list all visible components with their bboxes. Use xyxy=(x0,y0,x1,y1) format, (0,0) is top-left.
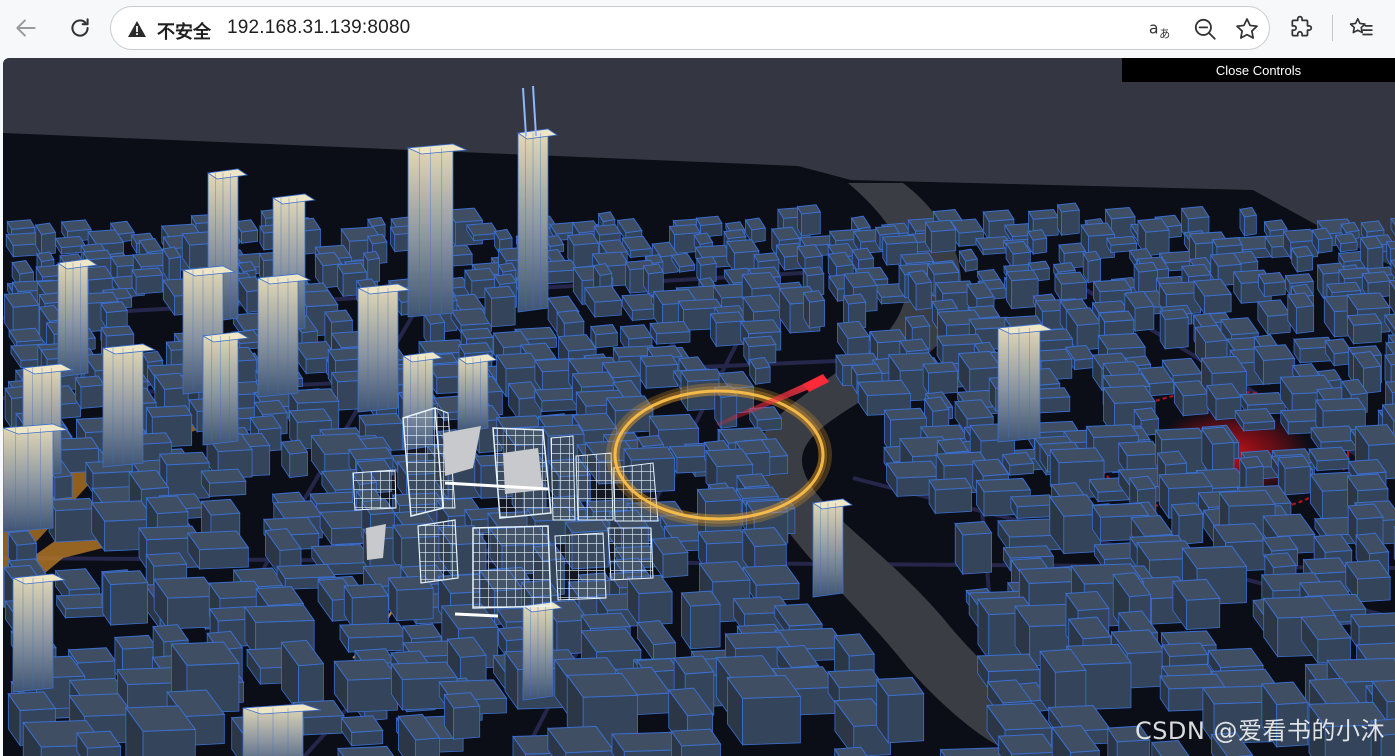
svg-text:a: a xyxy=(1149,19,1159,38)
close-controls-button[interactable]: Close Controls xyxy=(1122,58,1395,82)
extensions-icon xyxy=(1291,15,1313,37)
browser-toolbar: 不安全 192.168.31.139:8080 aあ xyxy=(0,0,1395,58)
favorite-button[interactable] xyxy=(1233,15,1261,43)
reload-button[interactable] xyxy=(62,10,98,46)
zoom-out-icon xyxy=(1194,18,1216,40)
watermark-text: CSDN @爱看书的小沐 xyxy=(1134,717,1385,745)
city-3d-scene[interactable] xyxy=(3,58,1395,756)
favorites-list-icon xyxy=(1349,17,1373,36)
toolbar-divider xyxy=(1332,15,1333,41)
favorites-button[interactable] xyxy=(1345,12,1377,44)
reload-icon xyxy=(71,18,89,37)
svg-text:あ: あ xyxy=(1159,27,1170,40)
warning-triangle-icon[interactable] xyxy=(127,19,147,39)
read-aloud-button[interactable]: aあ xyxy=(1147,15,1175,43)
zoom-button[interactable] xyxy=(1191,15,1219,43)
read-aloud-icon: aあ xyxy=(1149,19,1170,41)
extensions-button[interactable] xyxy=(1285,12,1317,44)
favorite-star-icon xyxy=(1236,18,1258,39)
address-bar[interactable]: 不安全 192.168.31.139:8080 aあ xyxy=(110,6,1270,50)
url-text[interactable]: 192.168.31.139:8080 xyxy=(227,17,410,39)
page-viewport: Close Controls CSDN @爱看书的小沐 xyxy=(3,58,1395,756)
security-label[interactable]: 不安全 xyxy=(157,18,211,44)
back-button[interactable] xyxy=(8,10,44,46)
back-arrow-icon xyxy=(16,19,36,37)
